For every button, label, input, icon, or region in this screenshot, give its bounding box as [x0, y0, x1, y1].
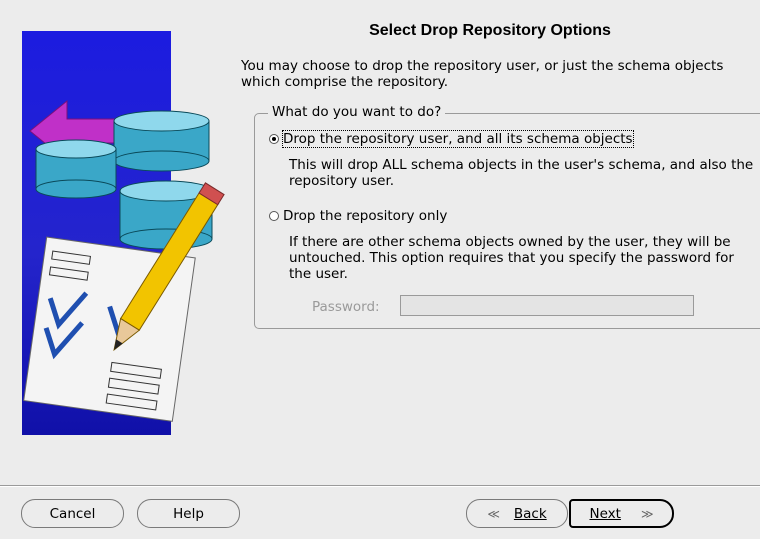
- password-field[interactable]: [400, 295, 694, 316]
- radio-drop-repository-only[interactable]: Drop the repository only: [269, 208, 447, 224]
- radio-label-drop-repository[interactable]: Drop the repository only: [283, 208, 447, 224]
- password-label: Password:: [312, 299, 380, 315]
- back-arrow-icon: ≪: [487, 506, 500, 521]
- page-title: Select Drop Repository Options: [369, 22, 611, 39]
- radio-button-checked[interactable]: [269, 134, 279, 144]
- next-button-label: Next: [589, 505, 621, 522]
- back-button-label: Back: [513, 505, 547, 522]
- option-description-drop-user: This will drop ALL schema objects in the…: [289, 157, 754, 189]
- help-button-label: Help: [173, 505, 204, 522]
- database-checklist-pencil-icon: [23, 99, 225, 422]
- button-bar-separator: [0, 485, 760, 487]
- wizard-artwork: [22, 31, 225, 435]
- intro-text: You may choose to drop the repository us…: [241, 58, 724, 90]
- cancel-button-label: Cancel: [49, 505, 96, 522]
- radio-label-drop-user[interactable]: Drop the repository user, and all its sc…: [282, 130, 634, 148]
- next-arrow-icon: ≫: [640, 506, 654, 521]
- help-button[interactable]: Help: [137, 499, 240, 528]
- radio-drop-user-and-objects[interactable]: Drop the repository user, and all its sc…: [269, 130, 634, 148]
- cancel-button[interactable]: Cancel: [21, 499, 124, 528]
- next-button[interactable]: Next ≫: [569, 499, 674, 528]
- back-button[interactable]: ≪ Back: [466, 499, 568, 528]
- options-group-legend: What do you want to do?: [268, 104, 446, 120]
- option-description-drop-repository: If there are other schema objects owned …: [289, 234, 734, 282]
- radio-button-unchecked[interactable]: [269, 211, 279, 221]
